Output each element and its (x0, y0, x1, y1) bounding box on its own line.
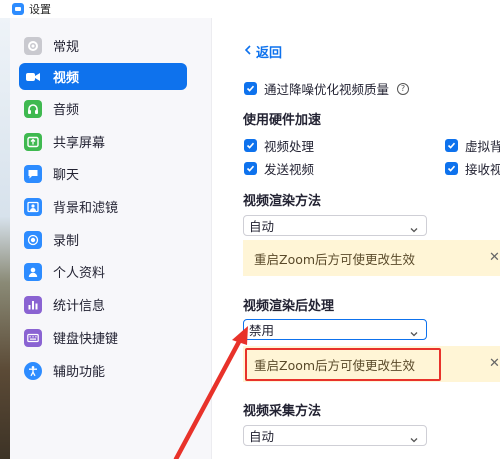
sidebar-item-chat[interactable]: 聊天 (19, 160, 187, 187)
sidebar-item-label: 背景和滤镜 (53, 201, 119, 216)
sidebar-item-label: 聊天 (53, 168, 80, 183)
window-title: 设置 (29, 3, 51, 16)
video-camera-icon (24, 68, 42, 86)
sidebar-item-label: 常规 (53, 40, 80, 55)
sidebar: 常规 视频 音频 共享屏幕 聊天 背景和滤镜 录制 个人资料 统计信息 键盘快捷… (10, 18, 212, 459)
hw-virtual-background-option[interactable]: 虚拟背 (445, 136, 500, 155)
chevron-down-icon (410, 221, 418, 236)
record-icon (24, 230, 42, 249)
sidebar-item-general[interactable]: 常规 (19, 32, 187, 59)
sidebar-item-profile[interactable]: 个人资料 (19, 258, 187, 285)
checkbox-checked-icon[interactable] (244, 139, 257, 152)
sidebar-item-label: 共享屏幕 (53, 136, 106, 151)
select-value: 禁用 (249, 323, 275, 338)
zoom-app-icon (12, 3, 24, 15)
sidebar-item-recording[interactable]: 录制 (19, 226, 187, 253)
accessibility-icon (24, 361, 42, 380)
option-label: 发送视频 (264, 162, 315, 177)
post-processing-notice: 重启Zoom后方可使更改生效 ✕ (243, 346, 500, 382)
capture-method-title: 视频采集方法 (243, 404, 322, 419)
sidebar-item-label: 统计信息 (53, 299, 106, 314)
render-method-select[interactable]: 自动 (243, 215, 427, 236)
help-icon[interactable]: ? (397, 82, 410, 95)
render-method-notice: 重启Zoom后方可使更改生效 ✕ (243, 240, 500, 276)
sidebar-item-background-filters[interactable]: 背景和滤镜 (19, 193, 187, 220)
desktop-background (0, 18, 10, 459)
back-link[interactable]: 返回 (244, 42, 283, 61)
sidebar-item-video[interactable]: 视频 (19, 63, 187, 90)
notice-text: 重启Zoom后方可使更改生效 (254, 251, 416, 267)
chat-bubble-icon (24, 164, 42, 183)
sidebar-item-label: 辅助功能 (53, 365, 106, 380)
sidebar-item-label: 键盘快捷键 (53, 332, 119, 347)
person-icon (24, 262, 42, 281)
keyboard-icon (24, 328, 42, 347)
close-icon[interactable]: ✕ (489, 356, 500, 371)
share-screen-icon (24, 132, 42, 151)
post-processing-title: 视频渲染后处理 (243, 299, 335, 314)
title-bar: 设置 (10, 0, 500, 18)
notice-text: 重启Zoom后方可使更改生效 (254, 357, 416, 373)
select-value: 自动 (249, 219, 275, 234)
chevron-down-icon (410, 325, 418, 340)
hw-receive-video-option[interactable]: 接收视 (445, 159, 500, 178)
bar-chart-icon (24, 295, 42, 314)
hw-send-video-option[interactable]: 发送视频 (244, 159, 314, 178)
gear-icon (24, 36, 42, 55)
select-value: 自动 (249, 429, 275, 444)
noise-reduction-label: 通过降噪优化视频质量 (264, 82, 390, 97)
checkbox-checked-icon[interactable] (244, 82, 257, 95)
hw-video-processing-option[interactable]: 视频处理 (244, 136, 314, 155)
option-label: 视频处理 (264, 139, 315, 154)
sidebar-item-accessibility[interactable]: 辅助功能 (19, 357, 187, 384)
capture-method-select[interactable]: 自动 (243, 425, 427, 446)
checkbox-checked-icon[interactable] (445, 162, 458, 175)
background-icon (24, 197, 42, 216)
sidebar-item-keyboard-shortcuts[interactable]: 键盘快捷键 (19, 324, 187, 351)
sidebar-item-label: 视频 (53, 71, 80, 86)
sidebar-item-label: 个人资料 (53, 266, 106, 281)
sidebar-item-audio[interactable]: 音频 (19, 95, 187, 122)
noise-reduction-option[interactable]: 通过降噪优化视频质量 ? (244, 79, 410, 98)
sidebar-item-label: 音频 (53, 103, 80, 118)
settings-window: 设置 常规 视频 音频 共享屏幕 聊天 背景和滤镜 录制 个人资料 统计信息 键… (0, 0, 500, 459)
hw-accel-title: 使用硬件加速 (243, 113, 322, 128)
sidebar-item-statistics[interactable]: 统计信息 (19, 291, 187, 318)
back-label: 返回 (256, 46, 283, 61)
checkbox-checked-icon[interactable] (445, 139, 458, 152)
option-label: 虚拟背 (465, 139, 500, 154)
option-label: 接收视 (465, 162, 500, 177)
sidebar-item-share-screen[interactable]: 共享屏幕 (19, 128, 187, 155)
post-processing-select[interactable]: 禁用 (243, 319, 427, 340)
checkbox-checked-icon[interactable] (244, 162, 257, 175)
headphones-icon (24, 99, 42, 118)
video-settings-panel: 返回 通过降噪优化视频质量 ? 使用硬件加速 视频处理 虚拟背 发送视频 接收视… (213, 18, 500, 459)
sidebar-item-label: 录制 (53, 234, 80, 249)
close-icon[interactable]: ✕ (489, 250, 500, 265)
chevron-left-icon (244, 44, 251, 59)
render-method-title: 视频渲染方法 (243, 194, 322, 209)
chevron-down-icon (410, 431, 418, 446)
